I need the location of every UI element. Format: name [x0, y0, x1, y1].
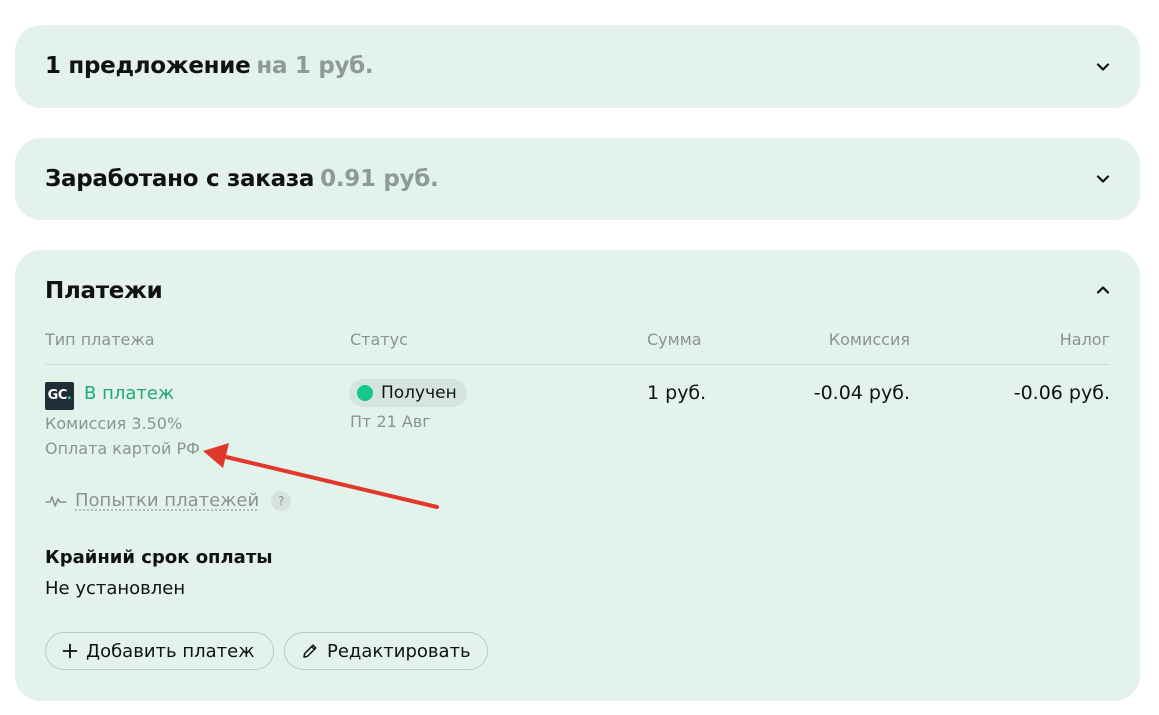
earned-title-text: Заработано с заказа — [45, 166, 315, 192]
payment-type-link[interactable]: В платеж — [84, 383, 174, 404]
payment-attempts-link[interactable]: Попытки платежей — [75, 490, 259, 511]
chevron-down-icon[interactable] — [1094, 170, 1112, 188]
earned-title: Заработано с заказа 0.91 руб. — [45, 166, 439, 192]
status-badge: Получен — [349, 379, 467, 407]
offers-amount: на 1 руб. — [256, 53, 374, 79]
payment-commission-note: Комиссия 3.50% — [45, 414, 183, 433]
payment-tax: -0.06 руб. — [1013, 382, 1110, 404]
payment-commission: -0.04 руб. — [813, 382, 910, 404]
header-tax: Налог — [1059, 330, 1110, 349]
earned-card[interactable]: Заработано с заказа 0.91 руб. — [15, 138, 1140, 220]
chevron-up-icon[interactable] — [1094, 281, 1112, 299]
pencil-icon — [303, 644, 317, 658]
gc-logo-text: GC — [47, 388, 68, 403]
table-divider — [45, 364, 1110, 365]
deadline-value: Не установлен — [45, 578, 186, 599]
header-sum: Сумма — [647, 330, 702, 349]
add-payment-button[interactable]: Добавить платеж — [45, 632, 274, 670]
payments-title: Платежи — [45, 278, 163, 304]
header-status: Статус — [350, 330, 408, 349]
help-icon[interactable]: ? — [271, 490, 292, 511]
header-commission: Комиссия — [828, 330, 910, 349]
status-date: Пт 21 Авг — [350, 412, 431, 431]
payments-card: Платежи Тип платежа Статус Сумма Комисси… — [15, 250, 1140, 701]
plus-icon — [62, 643, 78, 659]
pulse-icon — [45, 495, 67, 507]
status-text: Получен — [381, 383, 457, 403]
offers-card[interactable]: 1 предложение на 1 руб. — [15, 25, 1140, 108]
gc-logo: GC. — [45, 382, 74, 410]
offers-title-text: 1 предложение — [45, 53, 251, 79]
deadline-title: Крайний срок оплаты — [45, 547, 273, 568]
payment-method: Оплата картой РФ — [45, 439, 200, 458]
edit-button[interactable]: Редактировать — [284, 632, 488, 670]
payment-sum: 1 руб. — [647, 382, 707, 404]
header-payment-type: Тип платежа — [45, 330, 155, 349]
chevron-down-icon[interactable] — [1094, 58, 1112, 76]
earned-amount: 0.91 руб. — [320, 166, 439, 192]
payment-attempts[interactable]: Попытки платежей ? — [45, 490, 292, 511]
add-payment-label: Добавить платеж — [86, 640, 255, 662]
edit-label: Редактировать — [327, 640, 471, 662]
offers-title: 1 предложение на 1 руб. — [45, 53, 374, 79]
status-dot-icon — [357, 385, 373, 401]
